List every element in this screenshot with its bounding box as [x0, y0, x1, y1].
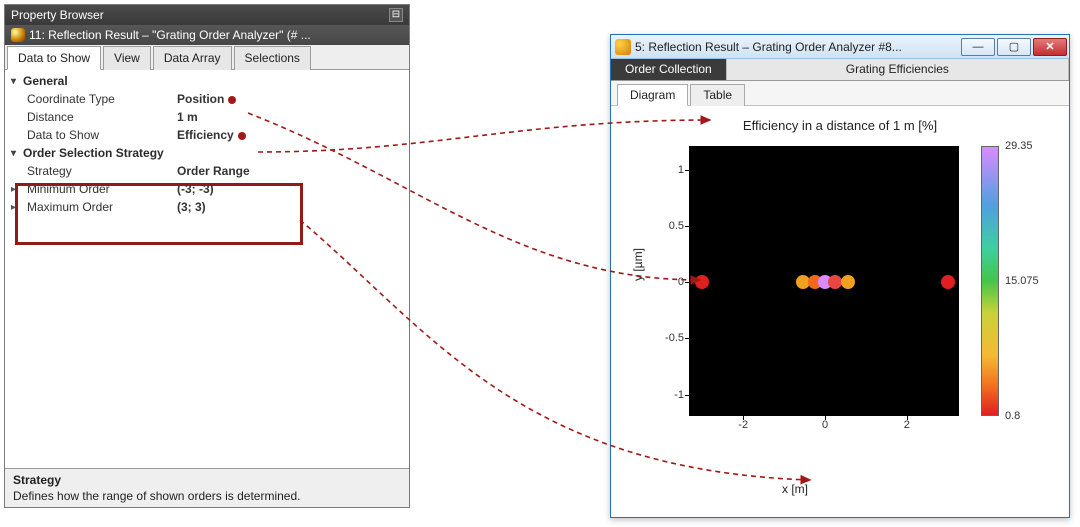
property-browser-title: Property Browser [11, 8, 104, 22]
y-tick-label: 1 [650, 164, 690, 176]
pin-icon[interactable]: ⊟ [389, 8, 403, 22]
tab-grating-efficiencies[interactable]: Grating Efficiencies [727, 59, 1069, 80]
prop-value: Efficiency [177, 128, 409, 142]
result-window-title: 5: Reflection Result – Grating Order Ana… [635, 40, 959, 54]
row-coordinate-type[interactable]: Coordinate Type Position [5, 90, 409, 108]
x-axis-label: x [m] [611, 482, 979, 496]
scatter-plot[interactable]: -1-0.500.51-202 [689, 146, 959, 416]
prop-name: Coordinate Type [27, 92, 177, 106]
tab-view[interactable]: View [103, 46, 151, 70]
row-minimum-order[interactable]: ▸ Minimum Order (-3; -3) [5, 180, 409, 198]
property-browser-subtitle-bar: 11: Reflection Result – "Grating Order A… [5, 25, 409, 45]
result-icon [11, 28, 25, 42]
property-description: Strategy Defines how the range of shown … [5, 468, 409, 507]
minimize-button[interactable]: — [961, 38, 995, 56]
maximize-button[interactable]: ▢ [997, 38, 1031, 56]
colorbar [981, 146, 999, 416]
chevron-down-icon: ▾ [11, 148, 23, 159]
prop-name: Minimum Order [27, 182, 177, 196]
colorbar-mid: 15.075 [1005, 275, 1039, 287]
prop-value: (-3; -3) [177, 182, 409, 196]
callout-marker-icon [228, 96, 236, 104]
colorbar-min: 0.8 [1005, 410, 1020, 422]
y-tick-label: 0 [650, 276, 690, 288]
section-general[interactable]: ▾ General [5, 72, 409, 90]
callout-marker-icon [238, 132, 246, 140]
data-point[interactable] [941, 275, 955, 289]
plot-title: Efficiency in a distance of 1 m [%] [611, 118, 1069, 133]
result-top-tabs: Order Collection Grating Efficiencies [611, 59, 1069, 81]
prop-name: Maximum Order [27, 200, 177, 214]
close-button[interactable]: ✕ [1033, 38, 1067, 56]
footer-title: Strategy [13, 473, 401, 487]
prop-value: Order Range [177, 164, 409, 178]
plot-area: Efficiency in a distance of 1 m [%] y [µ… [611, 106, 1069, 516]
row-strategy[interactable]: Strategy Order Range [5, 162, 409, 180]
y-axis-label: y [µm] [631, 248, 645, 281]
result-titlebar[interactable]: 5: Reflection Result – Grating Order Ana… [611, 35, 1069, 59]
property-grid: ▾ General Coordinate Type Position Dista… [5, 70, 409, 468]
property-browser-titlebar: Property Browser ⊟ [5, 5, 409, 25]
prop-name: Distance [27, 110, 177, 124]
prop-value: (3; 3) [177, 200, 409, 214]
result-sub-tabs: Diagram Table [611, 81, 1069, 106]
data-point[interactable] [841, 275, 855, 289]
prop-value: 1 m [177, 110, 409, 124]
tab-order-collection[interactable]: Order Collection [611, 59, 727, 80]
colorbar-max: 29.35 [1005, 140, 1033, 152]
tab-data-array[interactable]: Data Array [153, 46, 232, 70]
footer-desc: Defines how the range of shown orders is… [13, 489, 401, 503]
tab-selections[interactable]: Selections [234, 46, 311, 70]
result-window-icon [615, 39, 631, 55]
row-maximum-order[interactable]: ▸ Maximum Order (3; 3) [5, 198, 409, 216]
document-title: 11: Reflection Result – "Grating Order A… [29, 28, 311, 42]
subtab-diagram[interactable]: Diagram [617, 84, 688, 106]
prop-value: Position [177, 92, 409, 106]
y-tick-label: 0.5 [650, 220, 690, 232]
chevron-right-icon: ▸ [11, 184, 23, 195]
prop-name: Strategy [27, 164, 177, 178]
property-browser-tabs: Data to Show View Data Array Selections [5, 45, 409, 70]
y-tick-label: -0.5 [650, 332, 690, 344]
data-point[interactable] [695, 275, 709, 289]
chevron-right-icon: ▸ [11, 202, 23, 213]
row-distance[interactable]: Distance 1 m [5, 108, 409, 126]
window-buttons: — ▢ ✕ [959, 38, 1067, 56]
chevron-down-icon: ▾ [11, 76, 23, 87]
tab-data-to-show[interactable]: Data to Show [7, 46, 101, 70]
prop-name: Data to Show [27, 128, 177, 142]
subtab-table[interactable]: Table [690, 84, 745, 106]
y-tick-label: -1 [650, 389, 690, 401]
result-window: 5: Reflection Result – Grating Order Ana… [610, 34, 1070, 518]
section-order-strategy[interactable]: ▾ Order Selection Strategy [5, 144, 409, 162]
row-data-to-show[interactable]: Data to Show Efficiency [5, 126, 409, 144]
property-browser-panel: Property Browser ⊟ 11: Reflection Result… [4, 4, 410, 508]
